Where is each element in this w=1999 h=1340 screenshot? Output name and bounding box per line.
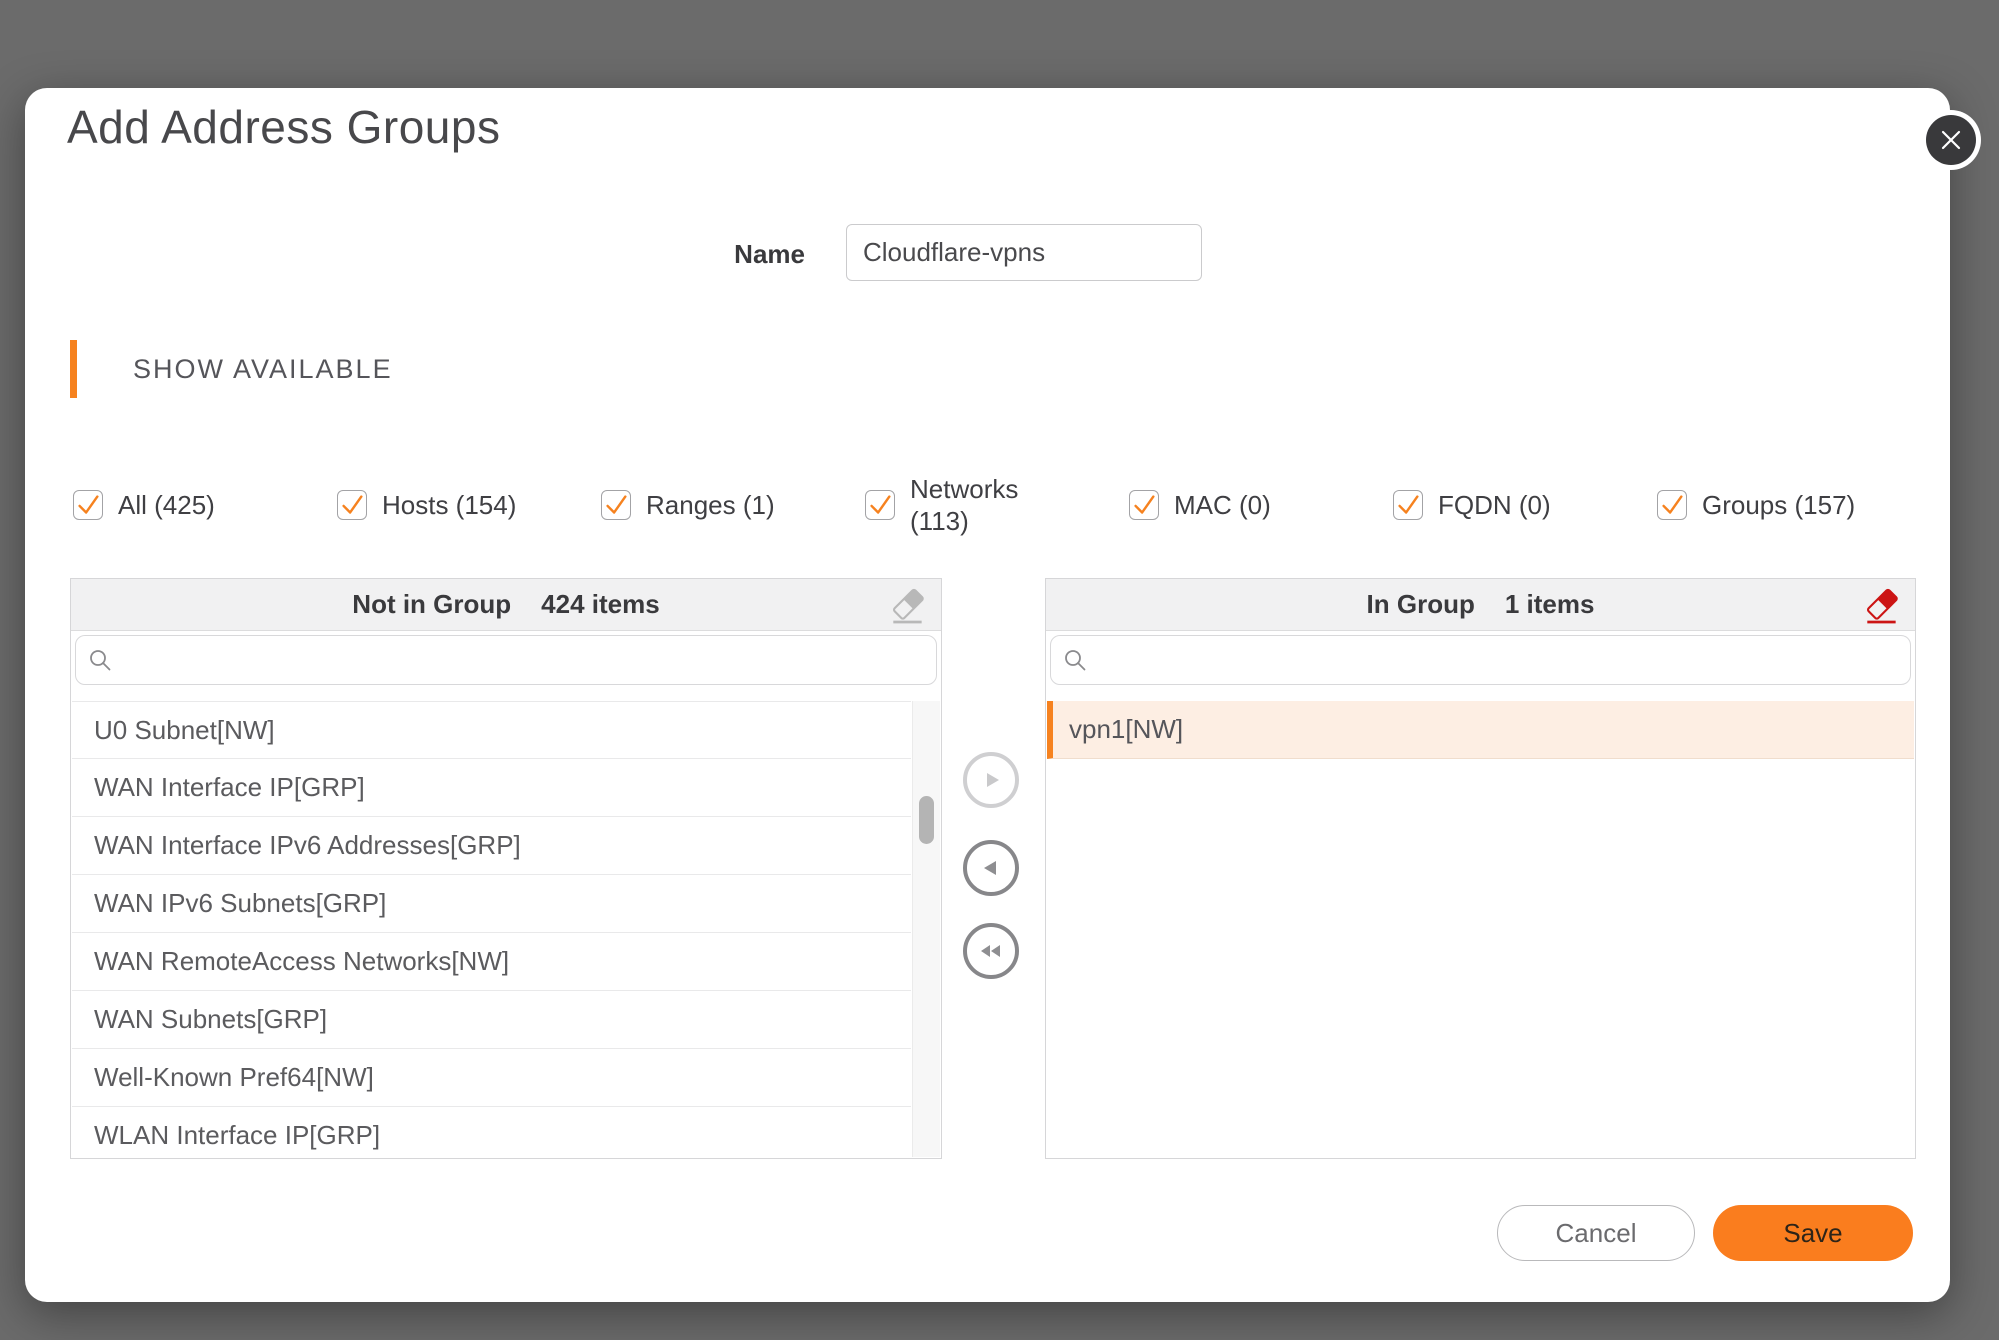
scrollbar-track[interactable] xyxy=(912,701,940,1157)
filter-label: All (425) xyxy=(118,489,215,522)
list-item[interactable]: WAN RemoteAccess Networks[NW] xyxy=(72,933,911,991)
list-item-selected[interactable]: vpn1[NW] xyxy=(1047,701,1914,759)
filter-label: MAC (0) xyxy=(1174,489,1271,522)
filter-label: Groups (157) xyxy=(1702,489,1855,522)
in-group-panel: In Group 1 items vpn1[NW] xyxy=(1045,578,1916,1159)
not-in-group-panel: Not in Group 424 items U0 Subn xyxy=(70,578,942,1159)
checkbox-checked-icon[interactable] xyxy=(1657,490,1687,520)
page-title: Add Address Groups xyxy=(67,100,500,154)
name-input[interactable] xyxy=(846,224,1202,281)
list-item[interactable]: WLAN Interface IP[GRP] xyxy=(72,1107,911,1157)
filter-checkbox-ranges[interactable]: Ranges (1) xyxy=(601,470,865,540)
filter-label: Hosts (154) xyxy=(382,489,516,522)
filter-checkbox-networks[interactable]: Networks (113) xyxy=(865,470,1129,540)
list-item[interactable]: U0 Subnet[NW] xyxy=(72,701,911,759)
remove-all-from-group-button[interactable] xyxy=(963,923,1019,979)
list-item[interactable]: Well-Known Pref64[NW] xyxy=(72,1049,911,1107)
panel-item-count: 424 items xyxy=(541,589,660,620)
close-button[interactable] xyxy=(1926,115,1976,165)
not-in-group-list: U0 Subnet[NW] WAN Interface IP[GRP] WAN … xyxy=(72,701,911,1157)
save-button[interactable]: Save xyxy=(1713,1205,1913,1261)
checkbox-checked-icon[interactable] xyxy=(337,490,367,520)
checkbox-checked-icon[interactable] xyxy=(1129,490,1159,520)
in-group-list: vpn1[NW] xyxy=(1047,701,1914,1157)
arrow-right-icon xyxy=(979,768,1003,792)
filter-checkbox-mac[interactable]: MAC (0) xyxy=(1129,470,1393,540)
list-item[interactable]: WAN IPv6 Subnets[GRP] xyxy=(72,875,911,933)
list-item[interactable]: WAN Interface IP[GRP] xyxy=(72,759,911,817)
close-icon xyxy=(1939,128,1963,152)
not-in-group-header: Not in Group 424 items xyxy=(71,579,941,631)
search-input[interactable] xyxy=(1097,645,1898,676)
checkbox-checked-icon[interactable] xyxy=(1393,490,1423,520)
move-to-group-button[interactable] xyxy=(963,752,1019,808)
clear-list-eraser-icon[interactable] xyxy=(889,586,927,628)
panel-title: In Group xyxy=(1367,589,1475,620)
filter-label: Ranges (1) xyxy=(646,489,775,522)
show-available-heading: SHOW AVAILABLE xyxy=(133,340,393,398)
filter-label: Networks (113) xyxy=(910,473,1028,538)
scrollbar-thumb[interactable] xyxy=(919,796,934,844)
cancel-button[interactable]: Cancel xyxy=(1497,1205,1695,1261)
search-input[interactable] xyxy=(122,645,924,676)
filter-label: FQDN (0) xyxy=(1438,489,1551,522)
checkbox-checked-icon[interactable] xyxy=(73,490,103,520)
panel-item-count: 1 items xyxy=(1505,589,1595,620)
name-field-label: Name xyxy=(585,226,805,282)
filter-checkbox-groups[interactable]: Groups (157) xyxy=(1657,470,1921,540)
double-arrow-left-icon xyxy=(978,939,1004,963)
remove-from-group-button[interactable] xyxy=(963,840,1019,896)
arrow-left-icon xyxy=(979,856,1003,880)
section-accent-bar xyxy=(70,340,77,398)
checkbox-checked-icon[interactable] xyxy=(865,490,895,520)
in-group-header: In Group 1 items xyxy=(1046,579,1915,631)
in-group-search[interactable] xyxy=(1050,635,1911,685)
list-item[interactable]: WAN Subnets[GRP] xyxy=(72,991,911,1049)
add-address-groups-dialog: Add Address Groups Name SHOW AVAILABLE A… xyxy=(25,88,1950,1302)
clear-group-eraser-icon[interactable] xyxy=(1863,586,1901,628)
filter-checkbox-row: All (425) Hosts (154) Ranges (1) Network… xyxy=(73,470,1921,540)
filter-checkbox-fqdn[interactable]: FQDN (0) xyxy=(1393,470,1657,540)
search-icon xyxy=(88,648,112,672)
filter-checkbox-all[interactable]: All (425) xyxy=(73,470,337,540)
panel-title: Not in Group xyxy=(352,589,511,620)
not-in-group-search[interactable] xyxy=(75,635,937,685)
screen-backdrop: Add Address Groups Name SHOW AVAILABLE A… xyxy=(0,0,1999,1340)
list-item[interactable]: WAN Interface IPv6 Addresses[GRP] xyxy=(72,817,911,875)
filter-checkbox-hosts[interactable]: Hosts (154) xyxy=(337,470,601,540)
checkbox-checked-icon[interactable] xyxy=(601,490,631,520)
search-icon xyxy=(1063,648,1087,672)
